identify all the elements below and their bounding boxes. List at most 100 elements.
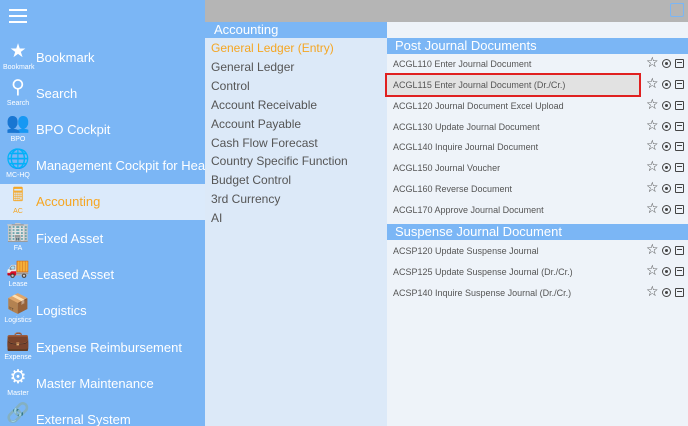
sidebar-item-label: Bookmark: [36, 50, 95, 65]
new-window-icon[interactable]: [675, 101, 684, 110]
people-icon: 👥 BPO: [6, 113, 30, 143]
search-icon: ⚲ Search: [6, 77, 30, 107]
submenu-item-3rd-currency[interactable]: 3rd Currency: [211, 192, 280, 206]
new-window-icon[interactable]: [675, 122, 684, 131]
submenu-item-ai[interactable]: AI: [211, 211, 222, 225]
function-label[interactable]: ACGL170 Approve Journal Document: [393, 205, 544, 215]
add-icon[interactable]: [662, 267, 671, 276]
star-icon[interactable]: ☆: [646, 137, 659, 153]
new-window-icon[interactable]: [675, 205, 684, 214]
function-label[interactable]: ACGL150 Journal Voucher: [393, 163, 500, 173]
star-icon[interactable]: ☆: [646, 200, 659, 216]
new-window-icon[interactable]: [675, 267, 684, 276]
submenu-item-ap[interactable]: Account Payable: [211, 117, 301, 131]
truck-icon: 🚚 Lease: [6, 258, 30, 288]
function-row[interactable]: ACSP125 Update Suspense Journal (Dr./Cr.…: [387, 262, 688, 283]
gear-icon: ⚙ Master: [7, 367, 29, 397]
calculator-icon: 🖩 AC: [12, 185, 24, 215]
star-icon[interactable]: ☆: [646, 241, 659, 257]
sidebar-item-label: Master Maintenance: [36, 376, 154, 391]
add-icon[interactable]: [662, 59, 671, 68]
submenu-panel: Accounting General Ledger (Entry) Genera…: [205, 22, 387, 426]
new-window-icon[interactable]: [675, 59, 684, 68]
function-row[interactable]: ACGL160 Reverse Document ☆: [387, 179, 688, 200]
add-icon[interactable]: [662, 205, 671, 214]
hamburger-menu-icon[interactable]: [9, 9, 27, 25]
add-icon[interactable]: [662, 184, 671, 193]
link-icon: 🔗: [6, 403, 30, 424]
add-icon[interactable]: [662, 288, 671, 297]
add-icon[interactable]: [662, 163, 671, 172]
section-header-suspense-journal: Suspense Journal Document: [387, 224, 688, 240]
add-icon[interactable]: [662, 246, 671, 255]
submenu-item-cash-flow[interactable]: Cash Flow Forecast: [211, 136, 318, 150]
top-bar: [205, 0, 688, 22]
sidebar-item-label: Expense Reimbursement: [36, 340, 182, 355]
add-icon[interactable]: [662, 142, 671, 151]
sidebar-item-mc-hq[interactable]: 🌐 MC-HQ Management Cockpit for Headquarte…: [0, 148, 260, 184]
new-window-icon[interactable]: [675, 80, 684, 89]
function-row[interactable]: ACGL140 Inquire Journal Document ☆: [387, 137, 688, 158]
function-row-icons: ☆: [387, 75, 688, 96]
sidebar-item-label: Search: [36, 86, 78, 101]
sidebar-item-bpo-cockpit[interactable]: 👥 BPO BPO Cockpit: [0, 112, 205, 148]
star-icon[interactable]: ☆: [646, 75, 659, 91]
star-icon[interactable]: ☆: [646, 262, 659, 278]
function-row[interactable]: ACGL120 Journal Document Excel Upload ☆: [387, 96, 688, 117]
function-row[interactable]: ACSP140 Inquire Suspense Journal (Dr./Cr…: [387, 283, 688, 304]
function-label[interactable]: ACGL110 Enter Journal Document: [393, 59, 531, 69]
add-icon[interactable]: [662, 80, 671, 89]
function-label[interactable]: ACSP140 Inquire Suspense Journal (Dr./Cr…: [393, 288, 571, 298]
function-row[interactable]: ACSP120 Update Suspense Journal ☆: [387, 241, 688, 262]
sidebar-item-fixed-asset[interactable]: 🏢 FA Fixed Asset: [0, 221, 205, 257]
star-icon[interactable]: ☆: [646, 179, 659, 195]
sidebar-item-label: Fixed Asset: [36, 231, 104, 246]
sidebar-item-label: BPO Cockpit: [36, 122, 111, 137]
sidebar-item-master[interactable]: ⚙ Master Master Maintenance: [0, 366, 205, 402]
submenu-item-gl[interactable]: General Ledger: [211, 60, 294, 74]
sidebar-item-expense[interactable]: 💼 Expense Expense Reimbursement: [0, 330, 205, 366]
star-icon[interactable]: ☆: [646, 158, 659, 174]
star-icon[interactable]: ☆: [646, 54, 659, 70]
sidebar-item-external-system[interactable]: 🔗 External System: [0, 402, 205, 426]
star-icon[interactable]: ☆: [646, 96, 659, 112]
new-window-icon[interactable]: [675, 246, 684, 255]
add-icon[interactable]: [662, 101, 671, 110]
new-window-icon[interactable]: [675, 163, 684, 172]
star-icon[interactable]: ☆: [646, 117, 659, 133]
add-icon[interactable]: [662, 122, 671, 131]
globe-icon: 🌐 MC-HQ: [6, 149, 30, 179]
submenu-header: Accounting: [205, 22, 387, 38]
sidebar-item-leased-asset[interactable]: 🚚 Lease Leased Asset: [0, 257, 205, 293]
sidebar: ★ Bookmark Bookmark ⚲ Search Search 👥 BPO B…: [0, 0, 260, 426]
function-label[interactable]: ACGL120 Journal Document Excel Upload: [393, 101, 564, 111]
briefcase-icon: 💼 Expense: [4, 331, 32, 361]
new-window-icon[interactable]: [675, 184, 684, 193]
function-row[interactable]: ACGL170 Approve Journal Document ☆: [387, 200, 688, 221]
function-label[interactable]: ACSP125 Update Suspense Journal (Dr./Cr.…: [393, 267, 573, 277]
sidebar-item-bookmark[interactable]: ★ Bookmark Bookmark: [0, 40, 205, 76]
new-window-icon[interactable]: [675, 288, 684, 297]
submenu-item-control[interactable]: Control: [211, 79, 250, 93]
section-header-post-journal: Post Journal Documents: [387, 38, 688, 54]
function-label[interactable]: ACGL130 Update Journal Document: [393, 122, 540, 132]
submenu-item-ar[interactable]: Account Receivable: [211, 98, 317, 112]
function-label[interactable]: ACGL160 Reverse Document: [393, 184, 512, 194]
star-icon[interactable]: ☆: [646, 283, 659, 299]
submenu-item-country[interactable]: Country Specific Function: [211, 154, 348, 168]
function-row[interactable]: ACGL130 Update Journal Document ☆: [387, 117, 688, 138]
sidebar-item-accounting[interactable]: 🖩 AC Accounting: [0, 184, 205, 220]
new-window-icon[interactable]: [675, 142, 684, 151]
sidebar-item-label: Logistics: [36, 303, 87, 318]
submenu-item-gl-entry[interactable]: General Ledger (Entry): [211, 41, 334, 55]
function-row[interactable]: ACGL150 Journal Voucher ☆: [387, 158, 688, 179]
sidebar-item-search[interactable]: ⚲ Search Search: [0, 76, 205, 112]
submenu-item-budget[interactable]: Budget Control: [211, 173, 291, 187]
building-icon: 🏢 FA: [6, 222, 30, 252]
function-label[interactable]: ACGL140 Inquire Journal Document: [393, 142, 538, 152]
open-external-icon[interactable]: [670, 3, 684, 17]
function-row[interactable]: ACGL110 Enter Journal Document ☆: [387, 54, 688, 75]
function-panel: Post Journal Documents ACGL110 Enter Jou…: [385, 22, 688, 426]
function-label[interactable]: ACSP120 Update Suspense Journal: [393, 246, 539, 256]
sidebar-item-logistics[interactable]: 📦 Logistics Logistics: [0, 293, 205, 329]
